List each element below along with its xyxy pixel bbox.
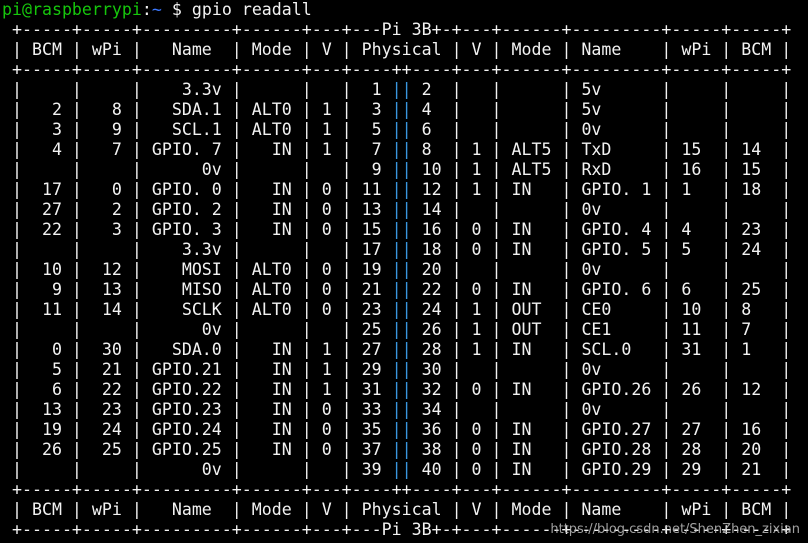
row-right-cells: 12 | 1 | IN | GPIO. 1 | 1 | 18 | <box>411 180 792 199</box>
prompt-line: pi@raspberrypi:~ $ gpio readall <box>2 0 312 19</box>
table-row: | | | 0v | | | 39 || 40 | 0 | IN | GPIO.… <box>2 460 806 480</box>
table-row: | 0 | 30 | SDA.0 | IN | 1 | 27 || 28 | 1… <box>2 340 806 360</box>
table-row: | 22 | 3 | GPIO. 3 | IN | 0 | 15 || 16 |… <box>2 220 806 240</box>
row-left-cells: | 10 | 12 | MOSI | ALT0 | 0 | 19 <box>2 260 392 279</box>
table-row: | 10 | 12 | MOSI | ALT0 | 0 | 19 || 20 |… <box>2 260 806 280</box>
row-left-cells: | 6 | 22 | GPIO.22 | IN | 1 | 31 <box>2 380 392 399</box>
table-row: | 6 | 22 | GPIO.22 | IN | 1 | 31 || 32 |… <box>2 380 806 400</box>
command-text: gpio readall <box>191 0 312 19</box>
table-row: | 11 | 14 | SCLK | ALT0 | 0 | 23 || 24 |… <box>2 300 806 320</box>
physical-separator: || <box>391 340 412 359</box>
physical-separator: || <box>391 200 412 219</box>
row-right-cells: 10 | 1 | ALT5 | RxD | 16 | 15 | <box>411 160 792 179</box>
row-left-cells: | 13 | 23 | GPIO.23 | IN | 0 | 33 <box>2 400 392 419</box>
physical-separator: || <box>391 140 412 159</box>
row-left-cells: | 26 | 25 | GPIO.25 | IN | 0 | 37 <box>2 440 392 459</box>
physical-separator: || <box>391 300 412 319</box>
table-header: | BCM | wPi | Name | Mode | V | Physical… <box>2 500 792 519</box>
physical-separator: || <box>391 420 412 439</box>
prompt-path: ~ <box>151 0 162 19</box>
row-right-cells: 8 | 1 | ALT5 | TxD | 15 | 14 | <box>411 140 792 159</box>
row-right-cells: 28 | 1 | IN | SCL.0 | 31 | 1 | <box>411 340 792 359</box>
table-row: | 5 | 21 | GPIO.21 | IN | 1 | 29 || 30 |… <box>2 360 806 380</box>
physical-separator: || <box>391 180 412 199</box>
table-row: | 17 | 0 | GPIO. 0 | IN | 0 | 11 || 12 |… <box>2 180 806 200</box>
row-left-cells: | 22 | 3 | GPIO. 3 | IN | 0 | 15 <box>2 220 392 239</box>
row-left-cells: | 17 | 0 | GPIO. 0 | IN | 0 | 11 <box>2 180 392 199</box>
row-left-cells: | 4 | 7 | GPIO. 7 | IN | 1 | 7 <box>2 140 392 159</box>
table-border-mid: +-----+-----+---------+------+---+----++… <box>2 480 792 499</box>
table-row: | 3 | 9 | SCL.1 | ALT0 | 1 | 5 || 6 | | … <box>2 120 806 140</box>
physical-separator: || <box>391 260 412 279</box>
row-left-cells: | | | 0v | | | 39 <box>2 460 392 479</box>
row-left-cells: | | | 3.3v | | | 17 <box>2 240 392 259</box>
row-left-cells: | 19 | 24 | GPIO.24 | IN | 0 | 35 <box>2 420 392 439</box>
row-right-cells: 6 | | | 0v | | | <box>411 120 792 139</box>
table-row: | | | 3.3v | | | 17 || 18 | 0 | IN | GPI… <box>2 240 806 260</box>
prompt-symbol: $ <box>171 0 182 19</box>
row-right-cells: 22 | 0 | IN | GPIO. 6 | 6 | 25 | <box>411 280 792 299</box>
row-left-cells: | 0 | 30 | SDA.0 | IN | 1 | 27 <box>2 340 392 359</box>
physical-separator: || <box>391 380 412 399</box>
physical-separator: || <box>391 460 412 479</box>
physical-separator: || <box>391 120 412 139</box>
row-right-cells: 16 | 0 | IN | GPIO. 4 | 4 | 23 | <box>411 220 792 239</box>
table-border-mid: +-----+-----+---------+------+---+----++… <box>2 60 792 79</box>
prompt-user-host: pi@raspberrypi <box>2 0 142 19</box>
row-left-cells: | 2 | 8 | SDA.1 | ALT0 | 1 | 3 <box>2 100 392 119</box>
physical-separator: || <box>391 400 412 419</box>
row-left-cells: | 9 | 13 | MISO | ALT0 | 0 | 21 <box>2 280 392 299</box>
table-border-top: +-----+-----+---------+------+---+---Pi … <box>2 20 792 39</box>
row-right-cells: 26 | 1 | OUT | CE1 | 11 | 7 | <box>411 320 792 339</box>
table-row: | 26 | 25 | GPIO.25 | IN | 0 | 37 || 38 … <box>2 440 806 460</box>
row-right-cells: 38 | 0 | IN | GPIO.28 | 28 | 20 | <box>411 440 792 459</box>
row-left-cells: | 3 | 9 | SCL.1 | ALT0 | 1 | 5 <box>2 120 392 139</box>
table-body: | | | 3.3v | | | 1 || 2 | | | 5v | | | |… <box>2 80 806 480</box>
row-left-cells: | 11 | 14 | SCLK | ALT0 | 0 | 23 <box>2 300 392 319</box>
physical-separator: || <box>391 320 412 339</box>
row-left-cells: | | | 0v | | | 9 <box>2 160 392 179</box>
terminal-window[interactable]: pi@raspberrypi:~ $ gpio readall +-----+-… <box>2 0 806 543</box>
row-right-cells: 40 | 0 | IN | GPIO.29 | 29 | 21 | <box>411 460 792 479</box>
row-right-cells: 32 | 0 | IN | GPIO.26 | 26 | 12 | <box>411 380 792 399</box>
physical-separator: || <box>391 360 412 379</box>
row-right-cells: 20 | | | 0v | | | <box>411 260 792 279</box>
table-row: | 2 | 8 | SDA.1 | ALT0 | 1 | 3 || 4 | | … <box>2 100 806 120</box>
table-header: | BCM | wPi | Name | Mode | V | Physical… <box>2 40 792 59</box>
table-row: | 4 | 7 | GPIO. 7 | IN | 1 | 7 || 8 | 1 … <box>2 140 806 160</box>
table-row: | 13 | 23 | GPIO.23 | IN | 0 | 33 || 34 … <box>2 400 806 420</box>
row-right-cells: 4 | | | 5v | | | <box>411 100 792 119</box>
table-row: | 9 | 13 | MISO | ALT0 | 0 | 21 || 22 | … <box>2 280 806 300</box>
physical-separator: || <box>391 440 412 459</box>
physical-separator: || <box>391 280 412 299</box>
table-row: | | | 0v | | | 25 || 26 | 1 | OUT | CE1 … <box>2 320 806 340</box>
table-row: | | | 0v | | | 9 || 10 | 1 | ALT5 | RxD … <box>2 160 806 180</box>
row-right-cells: 34 | | | 0v | | | <box>411 400 792 419</box>
row-right-cells: 24 | 1 | OUT | CE0 | 10 | 8 | <box>411 300 792 319</box>
row-right-cells: 18 | 0 | IN | GPIO. 5 | 5 | 24 | <box>411 240 792 259</box>
physical-separator: || <box>391 160 412 179</box>
row-right-cells: 36 | 0 | IN | GPIO.27 | 27 | 16 | <box>411 420 792 439</box>
physical-separator: || <box>391 240 412 259</box>
table-row: | | | 3.3v | | | 1 || 2 | | | 5v | | | <box>2 80 806 100</box>
row-left-cells: | 5 | 21 | GPIO.21 | IN | 1 | 29 <box>2 360 392 379</box>
table-row: | 27 | 2 | GPIO. 2 | IN | 0 | 13 || 14 |… <box>2 200 806 220</box>
row-right-cells: 30 | | | 0v | | | <box>411 360 792 379</box>
row-right-cells: 14 | | | 0v | | | <box>411 200 792 219</box>
physical-separator: || <box>391 220 412 239</box>
row-left-cells: | | | 0v | | | 25 <box>2 320 392 339</box>
row-right-cells: 2 | | | 5v | | | <box>411 80 792 99</box>
watermark-text: https://blog.csdn.net/ShenZhen_zixian <box>550 522 800 537</box>
row-left-cells: | | | 3.3v | | | 1 <box>2 80 392 99</box>
row-left-cells: | 27 | 2 | GPIO. 2 | IN | 0 | 13 <box>2 200 392 219</box>
physical-separator: || <box>391 80 412 99</box>
table-row: | 19 | 24 | GPIO.24 | IN | 0 | 35 || 36 … <box>2 420 806 440</box>
physical-separator: || <box>391 100 412 119</box>
